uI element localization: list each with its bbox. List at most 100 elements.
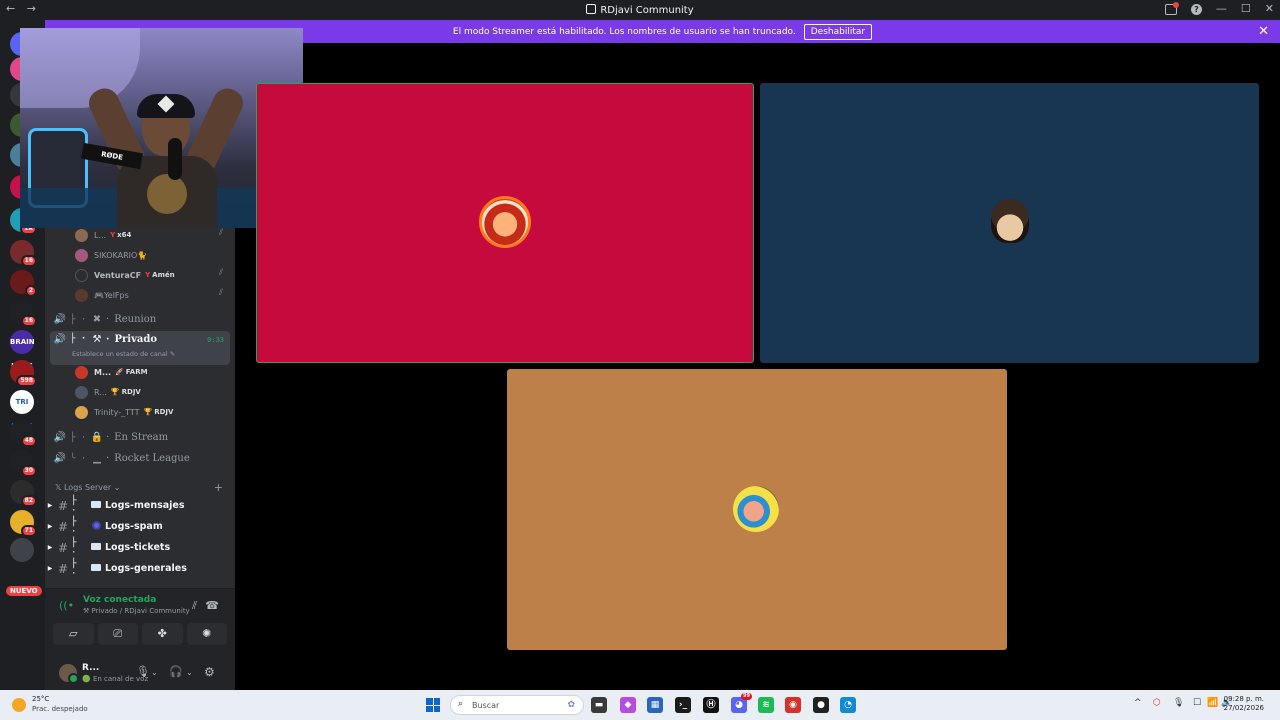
voice-tile-speaking[interactable] [256,83,754,363]
voice-tile[interactable] [760,83,1259,363]
show-hidden-icons[interactable]: ^ [1134,698,1142,708]
server-icon[interactable] [10,538,34,562]
voice-user[interactable]: 🎮YelFps [75,286,129,304]
voice-user-name: L... [94,230,107,240]
voice-channel-privado[interactable]: 🔊 ├ · ⚒ · Privado 0:33 Establece un esta… [50,331,230,365]
app-red-icon[interactable]: ● [813,697,829,713]
share-screen-button[interactable]: ⎚ [97,623,138,645]
server-icon[interactable]: 82 [10,480,37,507]
minimize-button[interactable]: — [1216,2,1227,15]
avatar [75,248,88,262]
clock-time[interactable]: 09:28 p. m. [1224,695,1264,703]
new-badge: NUEVO [6,586,42,596]
text-channel-logs-spam[interactable]: ▶ # ├ · Logs-spam [45,516,235,537]
deafen-icon: ⫽ [218,288,223,298]
settings-gear-icon[interactable]: ⚙ [204,665,215,679]
inbox-icon[interactable] [1164,2,1179,15]
start-button[interactable] [426,698,440,712]
add-channel-icon[interactable]: + [214,481,223,494]
voice-user[interactable]: L... Yx64 [75,226,131,244]
voice-tile[interactable] [507,369,1007,650]
voice-user[interactable]: SIKOKARIO🐈 [75,246,147,264]
mention-badge: 2 [24,285,37,297]
voice-user-name: M... [94,367,112,377]
text-channel-logs-generales[interactable]: ▶ # ├ · Logs-generales [45,558,235,579]
server-icon[interactable]: 16 [10,240,37,267]
file-explorer-icon[interactable]: ▬ [591,697,607,713]
tray-mic-icon[interactable]: 🎙 [1173,698,1184,708]
edge-icon[interactable]: ◔ [840,697,856,713]
mic-options-chevron-icon[interactable]: ⌄ [151,668,158,677]
server-icon[interactable]: 16 [10,300,37,327]
category-logs-server[interactable]: 𝕏 Logs Server ⌄ [55,483,120,492]
channel-status-prompt[interactable]: Establece un estado de canal ✎ [72,350,175,358]
app-glyph: ▦ [650,700,660,710]
channel-name: Logs-generales [105,563,187,574]
server-icon[interactable]: 598 [10,360,37,387]
tray-display-icon[interactable]: ☐ [1193,698,1201,708]
voice-channel-reunion[interactable]: 🔊 ├ · ✖ · Reunion [50,309,230,330]
soundboard-button[interactable]: ✺ [186,623,227,645]
voice-channel-rocket-league[interactable]: 🔊 ╰ · ▁ · Rocket League [50,448,230,469]
expand-arrow-icon[interactable]: ▶ [45,502,55,509]
store-icon[interactable]: ▦ [647,697,663,713]
search-placeholder: Buscar [472,701,500,710]
server-icon[interactable]: 2 [10,270,37,297]
spotify-icon[interactable]: ≋ [758,697,774,713]
taskbar-search[interactable]: ⌕ Buscar ✿ [450,695,584,715]
voice-connected-channel[interactable]: ⚒ Privado / RDjavi Community [83,607,190,615]
voice-connected-label[interactable]: Voz conectada [83,595,156,605]
disconnect-icon[interactable]: ☎ [205,599,219,612]
windows-taskbar: 25°C Prac. despejado ⌕ Buscar ✿ ▬ ◆ ▦ ›_ Ⓗ ◕ 9… [0,690,1280,720]
speaker-icon: 🔊 [53,334,67,345]
activities-button[interactable]: ✤ [142,623,183,645]
text-channel-logs-mensajes[interactable]: ▶ # ├ · Logs-mensajes [45,495,235,516]
headset-icon[interactable]: 🎧 [169,665,183,678]
server-icon[interactable]: BRAIN HAUS [10,330,35,370]
voice-user[interactable]: M... 🚀 FARM [75,363,148,381]
weather-condition[interactable]: Prac. despejado [32,705,88,713]
voice-user-name: VenturaCF [94,270,142,280]
clock-date[interactable]: 27/02/2026 [1224,704,1264,712]
wifi-icon[interactable]: 📶 [1207,698,1218,708]
help-icon[interactable]: ? [1190,4,1202,15]
tree-connector: ├ · [70,432,87,443]
microphone-icon[interactable]: 🎙 [136,665,150,678]
server-icon[interactable]: 71 [10,510,37,537]
app-h-icon[interactable]: Ⓗ [703,697,719,713]
copilot-icon[interactable]: ◆ [620,697,636,713]
weather-temperature[interactable]: 25°C [32,695,49,703]
camera-off-button[interactable]: ▱ [53,623,94,645]
voice-user[interactable]: Trinity-_TTT 🏆 RDJV [75,403,173,421]
voice-user[interactable]: VenturaCF Y Amén [75,266,175,284]
terminal-icon[interactable]: ›_ [675,697,691,713]
hash-icon: # [57,498,69,513]
deafen-icon: ⫽ [218,228,223,238]
close-button[interactable]: ✕ [1265,2,1274,15]
voice-user[interactable]: R... 🏆 RDJV [75,383,141,401]
speaker-icon: 🔊 [53,314,67,325]
avatar[interactable] [59,664,79,684]
voice-channel-en-stream[interactable]: 🔊 ├ · 🔒 · En Stream [50,427,230,448]
server-icon[interactable]: 48 [10,420,37,447]
voice-user-name: 🎮YelFps [94,290,129,300]
tray-app-icon[interactable]: ⬡ [1153,698,1161,708]
headset-options-chevron-icon[interactable]: ⌄ [186,668,193,677]
text-channel-logs-tickets[interactable]: ▶ # ├ · Logs-tickets [45,537,235,558]
discord-icon[interactable]: ◕ 99 [731,693,752,713]
expand-arrow-icon[interactable]: ▶ [45,544,55,551]
connection-signal-icon[interactable]: ((• [59,599,74,612]
banner-close-icon[interactable]: ✕ [1258,24,1269,39]
expand-arrow-icon[interactable]: ▶ [45,565,55,572]
chrome-icon[interactable]: ◉ [785,697,801,713]
user-name[interactable]: R... [82,663,99,673]
disable-streamer-button[interactable]: Deshabilitar [803,23,873,40]
maximize-button[interactable]: ☐ [1241,2,1251,15]
server-icon[interactable]: 30 [10,450,37,477]
app-glyph: ● [817,700,825,710]
server-icon[interactable]: TRI HAUS [10,390,34,430]
weather-icon[interactable] [12,698,26,712]
app-glyph: ◆ [624,700,632,710]
noise-suppression-icon[interactable]: ⫽ [192,599,197,613]
expand-arrow-icon[interactable]: ▶ [45,523,55,530]
